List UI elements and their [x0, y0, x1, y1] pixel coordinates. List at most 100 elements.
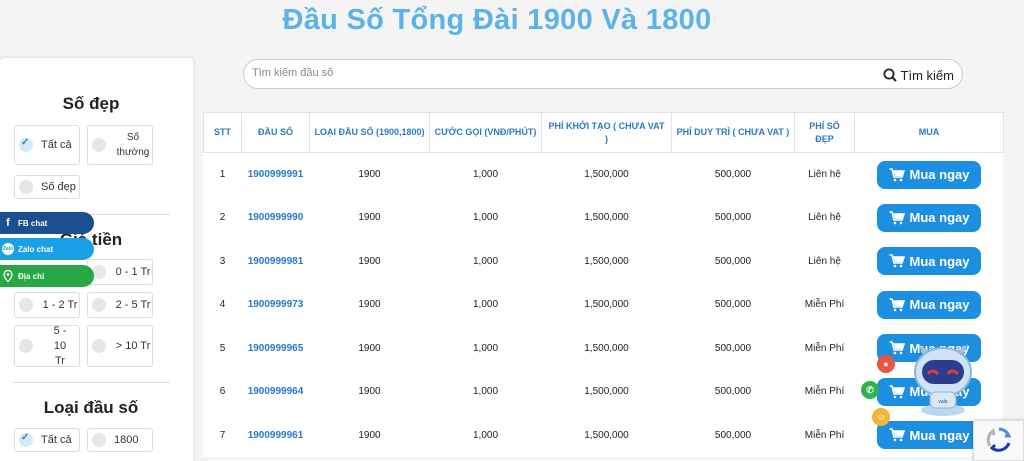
radio-icon — [19, 298, 33, 312]
cell-dau-so[interactable]: 1900999990 — [242, 196, 310, 240]
filter-so-thuong[interactable]: Số thường — [87, 125, 153, 165]
cell-stt: 5 — [219, 342, 226, 354]
filter-so-dep[interactable]: Số đẹp — [14, 175, 80, 199]
cell-dau-so[interactable]: 1900999961 — [242, 414, 310, 458]
cart-icon — [889, 341, 905, 355]
zalo-chat-button[interactable]: Zalo Zalo chat — [0, 238, 94, 260]
radio-icon — [19, 180, 33, 194]
header-phi-duy-tri: PHÍ DUY TRÌ ( CHƯA VAT ) — [671, 112, 795, 153]
buy-now-label: Mua ngay — [909, 253, 970, 269]
cell-loai: 1900 — [358, 429, 381, 441]
cell-stt: 1 — [219, 169, 226, 180]
bot-small-icon[interactable]: ☺ — [872, 408, 890, 426]
cell-loai: 1900 — [358, 386, 381, 398]
cell-cuoc-goi: 1,000 — [472, 342, 499, 354]
buy-now-button[interactable]: Mua ngay — [877, 203, 981, 232]
radio-checked-icon — [19, 137, 33, 152]
cell-dau-so[interactable]: 1900999981 — [242, 240, 310, 284]
cell-mua: Mua ngay — [855, 283, 1004, 327]
cart-icon — [889, 384, 905, 399]
cell-phi-so-dep: Miễn Phí — [804, 386, 845, 398]
cell-phi-khoi-tao: 1,500,000 — [584, 255, 629, 267]
chat-person-icon[interactable]: ● — [877, 355, 895, 373]
cell-dau-so[interactable]: 1900999964 — [242, 370, 310, 414]
cell-phi-so-dep: Miễn Phí — [804, 429, 845, 441]
cart-icon — [889, 254, 905, 268]
radio-icon — [19, 339, 33, 353]
cell-dau-so[interactable]: 1900999965 — [242, 327, 310, 371]
buy-now-label: Mua ngay — [909, 210, 970, 226]
address-button[interactable]: Địa chỉ — [0, 265, 94, 287]
page: Đầu Số Tổng Đài 1900 Và 1800 Số đẹp Tất … — [0, 0, 1024, 461]
cell-stt: 7 — [219, 429, 226, 441]
map-pin-icon — [2, 270, 14, 282]
recaptcha-badge — [973, 420, 1024, 461]
recaptcha-icon — [986, 427, 1012, 452]
cell-phi-khoi-tao: 1,500,000 — [584, 299, 629, 311]
cart-icon — [889, 297, 905, 312]
table-row: 6 1900999964 1900 1,000 1,500,000 500,000 Miễn… — [204, 370, 1004, 414]
header-mua: MUA — [854, 112, 1004, 153]
cell-mua: Mua ngay — [855, 153, 1004, 197]
buy-now-label: Mua ngay — [909, 167, 970, 182]
cell-loai: 1900 — [358, 169, 381, 180]
header-loai-dau-so: LOẠI ĐẦU SỐ (1900,1800) — [309, 112, 430, 153]
filter-loai-1800[interactable]: 1800 — [87, 428, 153, 452]
search-input[interactable] — [252, 67, 752, 79]
filter-price-over-10[interactable]: > 10 Tr — [87, 325, 153, 367]
table-row: 4 1900999973 1900 1,000 1,500,000 500,000 Miễn… — [204, 283, 1004, 327]
cell-dau-so[interactable]: 1900999991 — [242, 153, 310, 197]
radio-checked-icon — [19, 432, 33, 447]
cell-phi-khoi-tao: 1,500,000 — [584, 386, 629, 398]
filter-price-2-5[interactable]: 2 - 5 Tr — [87, 292, 153, 318]
facebook-icon: f — [6, 217, 10, 229]
filter-price-0-1[interactable]: 0 - 1 Tr — [87, 259, 153, 285]
number-table: STT ĐẦU SỐ LOẠI ĐẦU SỐ (1900,1800) CƯỚC … — [203, 112, 1004, 458]
buy-now-button[interactable]: Mua ngay — [877, 290, 981, 319]
cell-stt: 6 — [219, 386, 226, 398]
header-phi-khoi-tao: PHÍ KHỞI TẠO ( CHƯA VAT ) — [541, 112, 672, 153]
cart-icon — [889, 428, 905, 442]
filter-so-dep-tat-ca[interactable]: Tất cả — [14, 125, 80, 165]
cell-phi-so-dep: Liên hệ — [808, 255, 841, 267]
radio-icon — [92, 138, 106, 152]
cart-icon — [889, 210, 905, 225]
cell-stt: 4 — [219, 299, 226, 311]
filter-price-1-2[interactable]: 1 - 2 Tr — [14, 292, 80, 318]
cell-phi-duy-tri: 500,000 — [714, 342, 752, 354]
filter-price-5-10[interactable]: 5 - 10 Tr — [14, 325, 80, 367]
cell-phi-duy-tri: 500,000 — [714, 299, 752, 311]
cell-phi-duy-tri: 500,000 — [714, 212, 752, 224]
loai-dau-so-heading: Loại đầu số — [43, 398, 139, 417]
table-row: 1 1900999991 1900 1,000 1,500,000 500,000 Liên… — [204, 153, 1004, 197]
so-dep-heading: Số đẹp — [62, 94, 120, 113]
cell-phi-khoi-tao: 1,500,000 — [584, 212, 629, 224]
search-button[interactable]: Tìm kiếm — [883, 65, 954, 85]
buy-now-button[interactable]: Mua ngay — [877, 160, 981, 189]
buy-now-button[interactable]: Mua ngay — [877, 247, 981, 276]
filter-loai-tat-ca[interactable]: Tất cả — [14, 428, 80, 452]
radio-icon — [92, 339, 106, 353]
table-row: 3 1900999981 1900 1,000 1,500,000 500,000 Liên… — [204, 240, 1004, 284]
cell-stt: 2 — [219, 212, 226, 224]
cell-loai: 1900 — [358, 342, 381, 354]
buy-now-button[interactable]: Mua ngay — [877, 421, 981, 450]
fb-chat-button[interactable]: f FB chat — [0, 212, 94, 234]
cell-cuoc-goi: 1,000 — [472, 169, 499, 180]
cell-phi-khoi-tao: 1,500,000 — [584, 169, 629, 180]
page-title: Đầu Số Tổng Đài 1900 Và 1800 — [282, 4, 712, 36]
cell-phi-so-dep: Liên hệ — [808, 212, 841, 224]
cell-mua: Mua ngay — [855, 240, 1004, 284]
table-header-row: STT ĐẦU SỐ LOẠI ĐẦU SỐ (1900,1800) CƯỚC … — [203, 112, 1004, 153]
cell-mua: Mua ngay — [855, 196, 1004, 240]
cell-stt: 3 — [219, 255, 226, 267]
cart-icon — [889, 167, 905, 181]
phone-icon[interactable]: ✆ — [861, 381, 879, 399]
cell-phi-duy-tri: 500,000 — [714, 386, 752, 398]
buy-now-label: Mua ngay — [909, 427, 970, 443]
svg-text:valo: valo — [938, 399, 947, 405]
cell-phi-so-dep: Liên hệ — [808, 169, 841, 180]
cell-phi-so-dep: Miễn Phí — [804, 299, 845, 311]
cell-dau-so[interactable]: 1900999973 — [242, 283, 310, 327]
chatbot-icon[interactable]: valo — [904, 330, 982, 420]
